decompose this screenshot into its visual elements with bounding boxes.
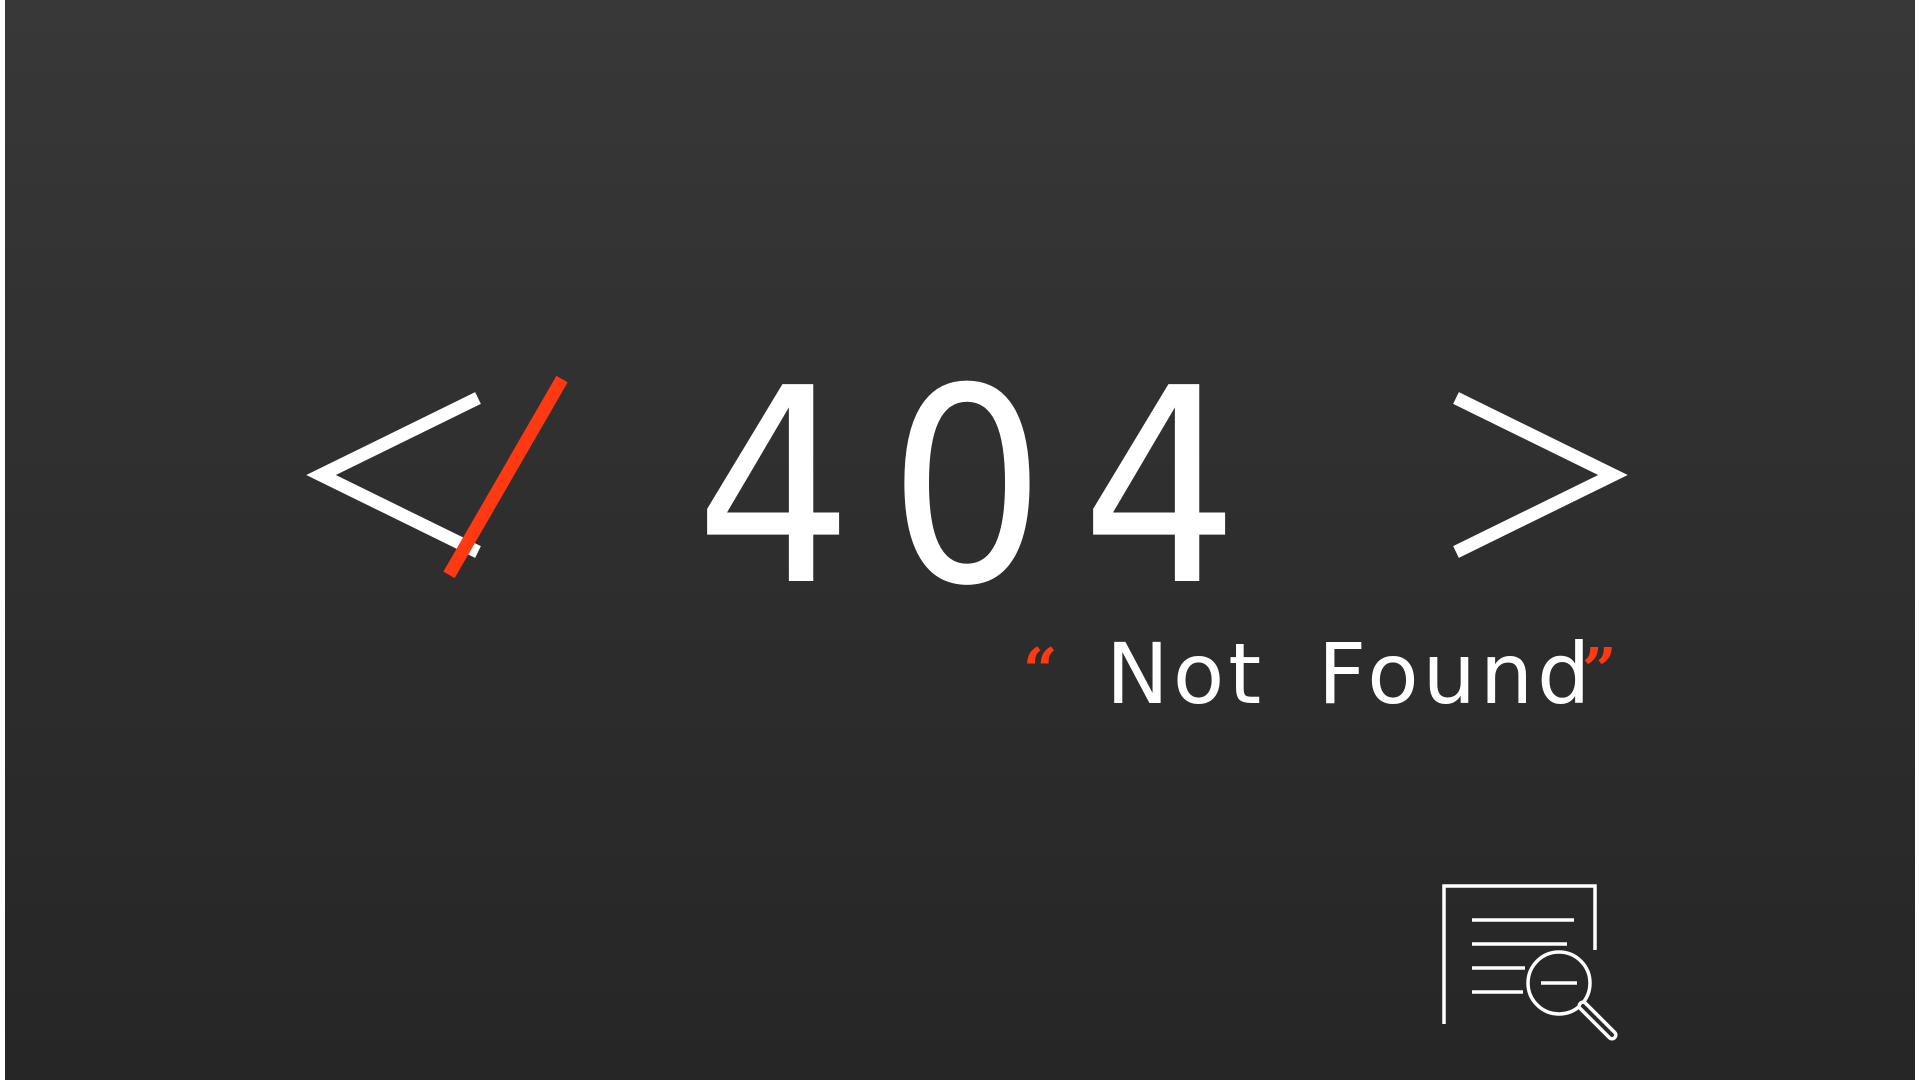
error-code: 404 (695, 330, 1275, 645)
close-quote: ” (1582, 636, 1617, 706)
error-panel: 404 “ Not Found ” (5, 0, 1915, 1080)
open-quote: “ (1023, 636, 1058, 706)
open-bracket-icon (306, 392, 481, 558)
document-search-icon (1442, 884, 1618, 1041)
error-message: Not Found (1106, 625, 1595, 723)
page: 404 “ Not Found ” (0, 0, 1920, 1080)
close-bracket-icon (1453, 392, 1628, 558)
